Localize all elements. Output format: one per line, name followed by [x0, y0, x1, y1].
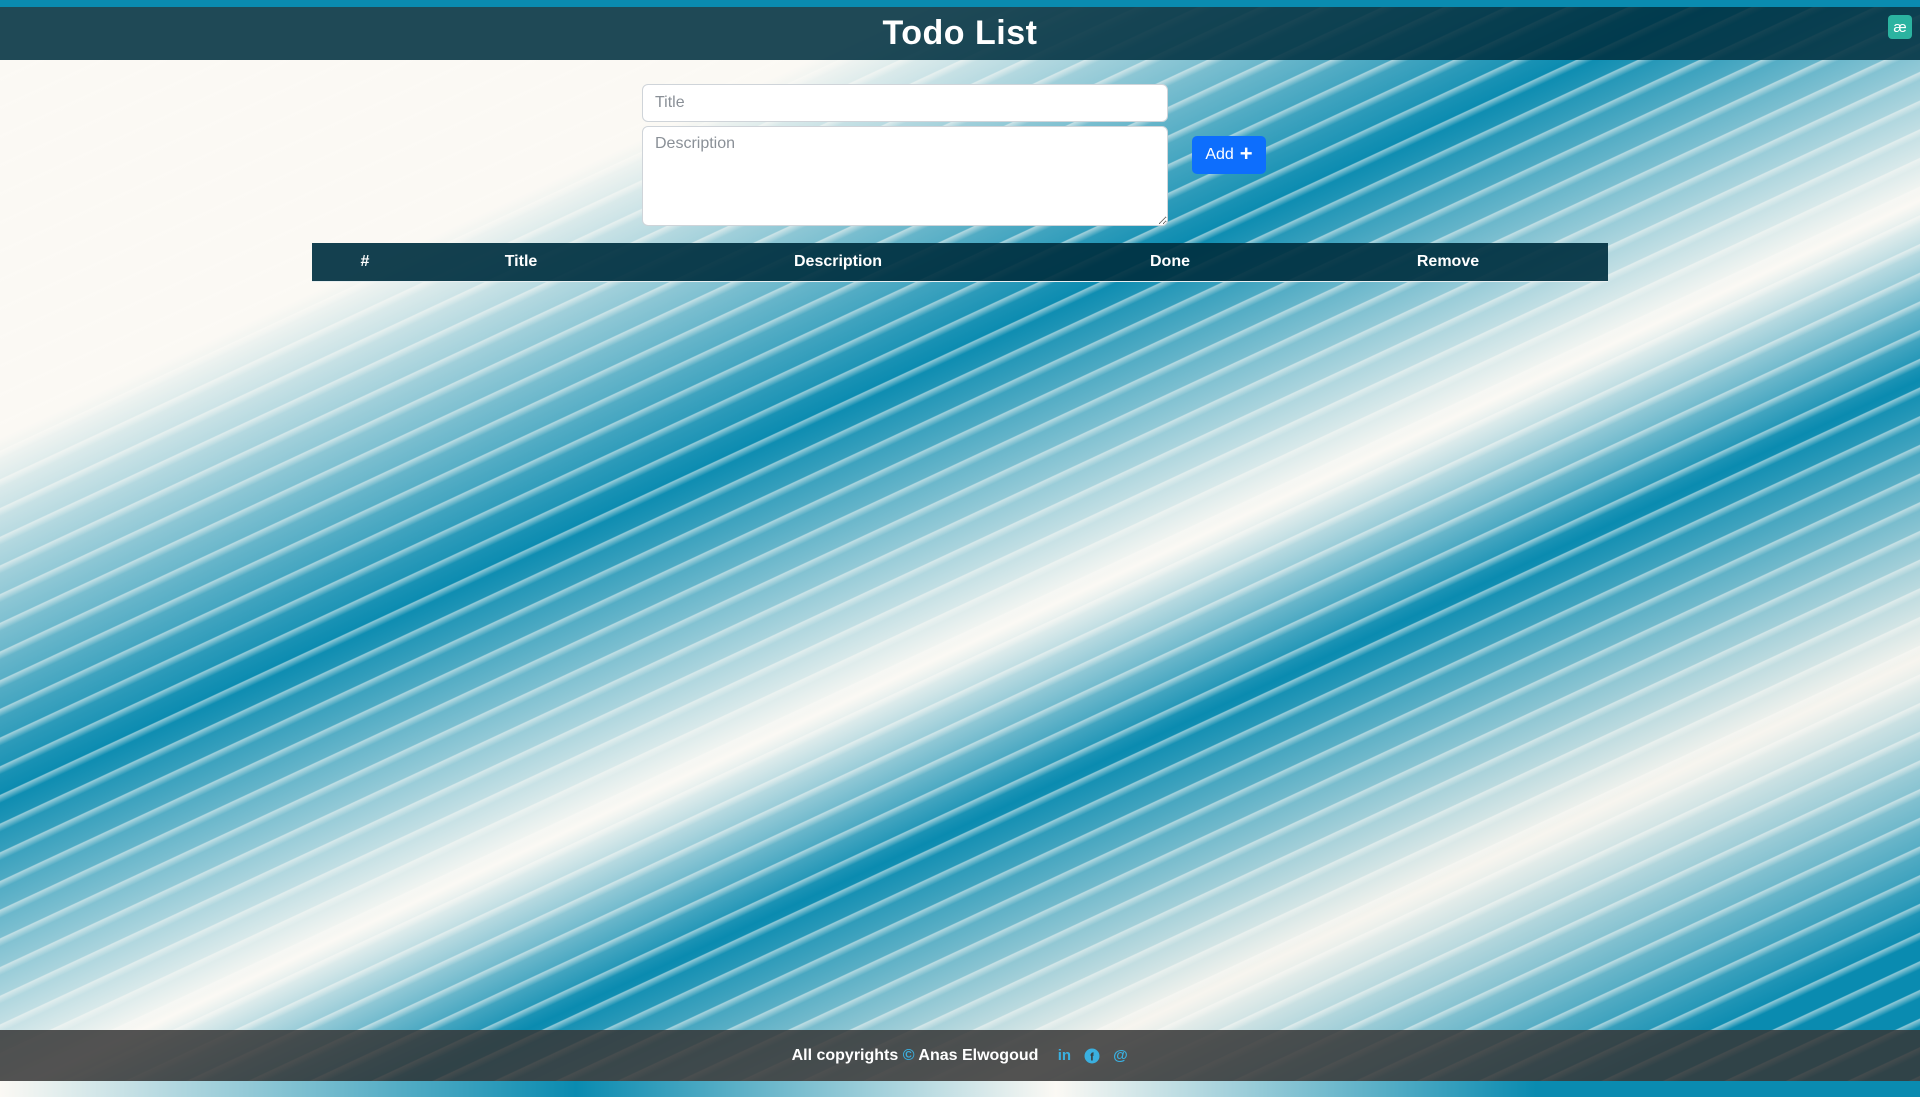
plus-icon: + — [1239, 141, 1253, 166]
description-textarea[interactable] — [642, 126, 1168, 226]
facebook-icon[interactable]: f — [1084, 1048, 1100, 1064]
top-strip — [0, 0, 1920, 7]
svg-text:f: f — [1091, 1051, 1095, 1063]
todo-table: # Title Description Done Remove — [312, 243, 1608, 282]
copyright-text: All copyrights © Anas Elwogoud — [792, 1047, 1039, 1065]
page-header: Todo List æ — [0, 7, 1920, 60]
column-header-number: # — [360, 253, 370, 270]
copyright-symbol: © — [902, 1046, 915, 1064]
column-header-description: Description — [793, 253, 882, 270]
page-footer: All copyrights © Anas Elwogoud in f @ — [0, 1030, 1920, 1081]
table-header-row: # Title Description Done Remove — [312, 243, 1608, 282]
linkedin-icon[interactable]: in — [1056, 1047, 1072, 1064]
column-header-remove: Remove — [1416, 253, 1480, 270]
copyright-prefix: All copyrights — [791, 1046, 899, 1064]
social-links: in f @ — [1056, 1047, 1128, 1064]
title-input[interactable] — [642, 84, 1168, 122]
bottom-strip — [0, 1081, 1920, 1097]
column-header-title: Title — [504, 253, 538, 270]
page-title: Todo List — [882, 14, 1038, 52]
column-header-done: Done — [1150, 253, 1190, 270]
extension-icon[interactable]: æ — [1888, 15, 1912, 39]
email-icon[interactable]: @ — [1112, 1047, 1128, 1064]
author-name: Anas Elwogoud — [918, 1046, 1039, 1064]
add-button[interactable]: Add + — [1192, 136, 1266, 174]
todo-form — [642, 84, 1168, 226]
add-button-label: Add — [1205, 146, 1234, 163]
